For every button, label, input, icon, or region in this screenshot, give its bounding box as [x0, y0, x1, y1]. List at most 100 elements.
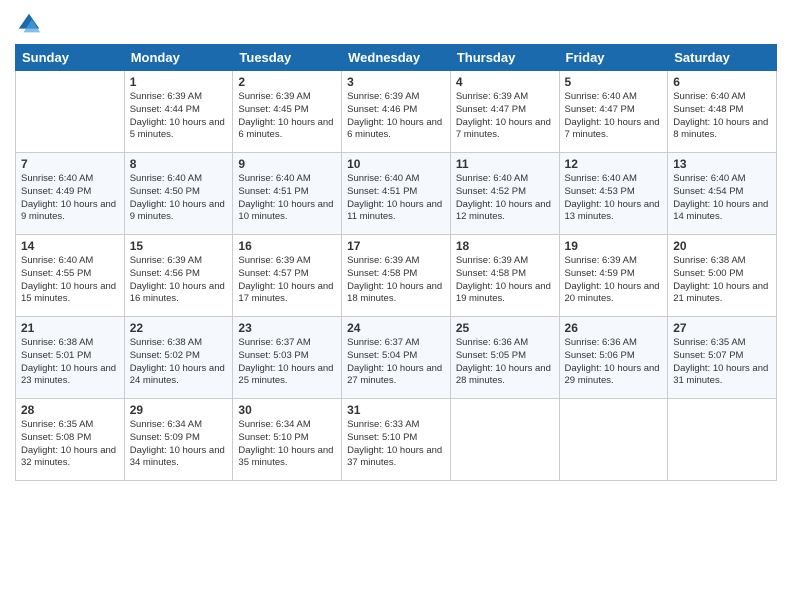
day-number: 18 [456, 239, 554, 253]
cell-info: Sunrise: 6:34 AMSunset: 5:09 PMDaylight:… [130, 419, 228, 470]
cell-info: Sunrise: 6:38 AMSunset: 5:00 PMDaylight:… [673, 255, 771, 306]
logo-icon [15, 10, 43, 38]
cell-w1-d3: 2Sunrise: 6:39 AMSunset: 4:45 PMDaylight… [233, 71, 342, 153]
cell-w3-d2: 15 Sunrise: 6:39 AMSunset: 4:56 PMDayligh… [124, 235, 233, 317]
day-number: 28 [21, 403, 119, 417]
cell-w5-d2: 29 Sunrise: 6:34 AMSunset: 5:09 PMDayligh… [124, 399, 233, 481]
day-number: 29 [130, 403, 228, 417]
day-number: 3 [347, 75, 445, 89]
day-number: 19 [565, 239, 663, 253]
cell-info: Sunrise: 6:40 AMSunset: 4:54 PMDaylight:… [673, 173, 771, 224]
cell-info: Sunrise: 6:40 AMSunset: 4:48 PMDaylight:… [673, 91, 771, 142]
day-number: 22 [130, 321, 228, 335]
day-number: 24 [347, 321, 445, 335]
cell-info: Sunrise: 6:39 AMSunset: 4:58 PMDaylight:… [347, 255, 445, 306]
col-tuesday: Tuesday [233, 45, 342, 71]
cell-w4-d2: 22Sunrise: 6:38 AMSunset: 5:02 PMDayligh… [124, 317, 233, 399]
day-number: 7 [21, 157, 119, 171]
cell-info: Sunrise: 6:33 AMSunset: 5:10 PMDaylight:… [347, 419, 445, 470]
cell-w5-d1: 28Sunrise: 6:35 AMSunset: 5:08 PMDayligh… [16, 399, 125, 481]
cell-info: Sunrise: 6:37 AMSunset: 5:04 PMDaylight:… [347, 337, 445, 388]
col-friday: Friday [559, 45, 668, 71]
cell-w4-d7: 27 Sunrise: 6:35 AMSunset: 5:07 PMDayligh… [668, 317, 777, 399]
cell-w1-d6: 5 Sunrise: 6:40 AMSunset: 4:47 PMDaylight… [559, 71, 668, 153]
cell-info: Sunrise: 6:39 AMSunset: 4:44 PMDaylight:… [130, 91, 228, 142]
cell-w4-d6: 26Sunrise: 6:36 AMSunset: 5:06 PMDayligh… [559, 317, 668, 399]
cell-w3-d6: 19 Sunrise: 6:39 AMSunset: 4:59 PMDayligh… [559, 235, 668, 317]
cell-w3-d5: 18Sunrise: 6:39 AMSunset: 4:58 PMDayligh… [450, 235, 559, 317]
col-sunday: Sunday [16, 45, 125, 71]
day-number: 9 [238, 157, 336, 171]
week-row-2: 7 Sunrise: 6:40 AMSunset: 4:49 PMDaylight… [16, 153, 777, 235]
header [15, 10, 777, 38]
cell-info: Sunrise: 6:36 AMSunset: 5:05 PMDaylight:… [456, 337, 554, 388]
cell-w1-d2: 1 Sunrise: 6:39 AMSunset: 4:44 PMDaylight… [124, 71, 233, 153]
cell-w2-d3: 9 Sunrise: 6:40 AMSunset: 4:51 PMDaylight… [233, 153, 342, 235]
logo [15, 10, 47, 38]
cell-w4-d1: 21 Sunrise: 6:38 AMSunset: 5:01 PMDayligh… [16, 317, 125, 399]
cell-w1-d7: 6 Sunrise: 6:40 AMSunset: 4:48 PMDaylight… [668, 71, 777, 153]
cell-w1-d5: 4Sunrise: 6:39 AMSunset: 4:47 PMDaylight… [450, 71, 559, 153]
cell-w5-d3: 30 Sunrise: 6:34 AMSunset: 5:10 PMDayligh… [233, 399, 342, 481]
cell-w5-d6 [559, 399, 668, 481]
day-number: 16 [238, 239, 336, 253]
cell-w2-d5: 11 Sunrise: 6:40 AMSunset: 4:52 PMDayligh… [450, 153, 559, 235]
cell-w1-d4: 3 Sunrise: 6:39 AMSunset: 4:46 PMDaylight… [342, 71, 451, 153]
col-saturday: Saturday [668, 45, 777, 71]
cell-w4-d4: 24 Sunrise: 6:37 AMSunset: 5:04 PMDayligh… [342, 317, 451, 399]
cell-info: Sunrise: 6:40 AMSunset: 4:51 PMDaylight:… [347, 173, 445, 224]
cell-w4-d3: 23 Sunrise: 6:37 AMSunset: 5:03 PMDayligh… [233, 317, 342, 399]
cell-info: Sunrise: 6:39 AMSunset: 4:59 PMDaylight:… [565, 255, 663, 306]
day-number: 21 [21, 321, 119, 335]
day-number: 15 [130, 239, 228, 253]
cell-w3-d3: 16 Sunrise: 6:39 AMSunset: 4:57 PMDayligh… [233, 235, 342, 317]
cell-w2-d1: 7 Sunrise: 6:40 AMSunset: 4:49 PMDaylight… [16, 153, 125, 235]
header-row: Sunday Monday Tuesday Wednesday Thursday… [16, 45, 777, 71]
day-number: 31 [347, 403, 445, 417]
day-number: 2 [238, 75, 336, 89]
cell-w5-d5 [450, 399, 559, 481]
day-number: 10 [347, 157, 445, 171]
week-row-3: 14Sunrise: 6:40 AMSunset: 4:55 PMDayligh… [16, 235, 777, 317]
cell-info: Sunrise: 6:36 AMSunset: 5:06 PMDaylight:… [565, 337, 663, 388]
cell-w3-d7: 20 Sunrise: 6:38 AMSunset: 5:00 PMDayligh… [668, 235, 777, 317]
cell-info: Sunrise: 6:40 AMSunset: 4:52 PMDaylight:… [456, 173, 554, 224]
cell-info: Sunrise: 6:39 AMSunset: 4:56 PMDaylight:… [130, 255, 228, 306]
day-number: 30 [238, 403, 336, 417]
cell-w4-d5: 25 Sunrise: 6:36 AMSunset: 5:05 PMDayligh… [450, 317, 559, 399]
cell-info: Sunrise: 6:39 AMSunset: 4:46 PMDaylight:… [347, 91, 445, 142]
cell-info: Sunrise: 6:40 AMSunset: 4:51 PMDaylight:… [238, 173, 336, 224]
day-number: 6 [673, 75, 771, 89]
cell-info: Sunrise: 6:40 AMSunset: 4:47 PMDaylight:… [565, 91, 663, 142]
cell-w5-d7 [668, 399, 777, 481]
week-row-5: 28Sunrise: 6:35 AMSunset: 5:08 PMDayligh… [16, 399, 777, 481]
cell-info: Sunrise: 6:40 AMSunset: 4:49 PMDaylight:… [21, 173, 119, 224]
cell-info: Sunrise: 6:35 AMSunset: 5:07 PMDaylight:… [673, 337, 771, 388]
day-number: 13 [673, 157, 771, 171]
day-number: 5 [565, 75, 663, 89]
day-number: 8 [130, 157, 228, 171]
day-number: 25 [456, 321, 554, 335]
cell-w3-d1: 14Sunrise: 6:40 AMSunset: 4:55 PMDayligh… [16, 235, 125, 317]
day-number: 11 [456, 157, 554, 171]
day-number: 27 [673, 321, 771, 335]
cell-info: Sunrise: 6:40 AMSunset: 4:50 PMDaylight:… [130, 173, 228, 224]
day-number: 23 [238, 321, 336, 335]
cell-info: Sunrise: 6:38 AMSunset: 5:01 PMDaylight:… [21, 337, 119, 388]
cell-info: Sunrise: 6:39 AMSunset: 4:57 PMDaylight:… [238, 255, 336, 306]
cell-w2-d7: 13 Sunrise: 6:40 AMSunset: 4:54 PMDayligh… [668, 153, 777, 235]
col-wednesday: Wednesday [342, 45, 451, 71]
day-number: 14 [21, 239, 119, 253]
cell-info: Sunrise: 6:34 AMSunset: 5:10 PMDaylight:… [238, 419, 336, 470]
cell-w2-d6: 12Sunrise: 6:40 AMSunset: 4:53 PMDayligh… [559, 153, 668, 235]
calendar-table: Sunday Monday Tuesday Wednesday Thursday… [15, 44, 777, 481]
page: Sunday Monday Tuesday Wednesday Thursday… [0, 0, 792, 612]
day-number: 1 [130, 75, 228, 89]
cell-w2-d4: 10 Sunrise: 6:40 AMSunset: 4:51 PMDayligh… [342, 153, 451, 235]
cell-info: Sunrise: 6:37 AMSunset: 5:03 PMDaylight:… [238, 337, 336, 388]
cell-w1-d1 [16, 71, 125, 153]
week-row-1: 1 Sunrise: 6:39 AMSunset: 4:44 PMDaylight… [16, 71, 777, 153]
week-row-4: 21 Sunrise: 6:38 AMSunset: 5:01 PMDayligh… [16, 317, 777, 399]
day-number: 20 [673, 239, 771, 253]
cell-w2-d2: 8 Sunrise: 6:40 AMSunset: 4:50 PMDaylight… [124, 153, 233, 235]
